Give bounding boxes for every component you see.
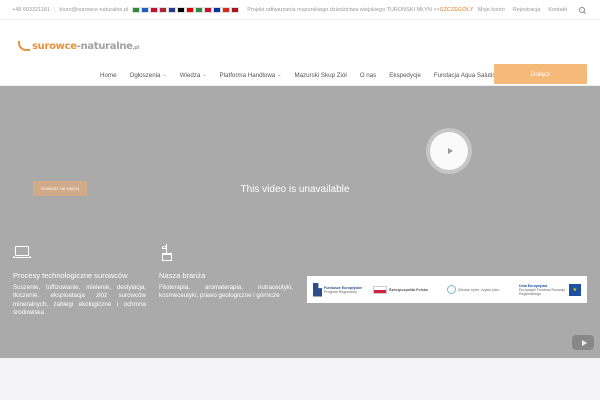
nav-item-label: Ogłoszenia — [129, 71, 161, 79]
nav-item-label: Platforma Handlowa — [219, 71, 276, 79]
nav-item-label: Wiedza — [179, 71, 201, 79]
nav-item[interactable]: Ekspedycje — [389, 72, 421, 79]
language-flag-icon[interactable] — [132, 6, 141, 13]
language-flag-icon[interactable] — [141, 6, 150, 13]
language-flag-icon[interactable] — [195, 6, 204, 13]
language-flag-icon[interactable] — [213, 6, 222, 13]
play-icon — [447, 148, 453, 154]
site-logo[interactable]: surowce-naturalne.pl — [18, 38, 139, 54]
nav-item[interactable]: Wiedza ⌄ — [180, 72, 207, 79]
feature-processes: Procesy technologiczne surowców Suszenie… — [13, 271, 146, 318]
register-link[interactable]: Rejestracja — [513, 7, 541, 13]
laptop-icon — [13, 246, 31, 260]
feature-title: Nasza branża — [159, 271, 206, 280]
learn-more-button[interactable]: Dowiedz się więcej — [33, 181, 87, 196]
nav-item-label: Fundacja Aqua Salutis — [433, 71, 496, 79]
nav-item[interactable]: Mazurski Skup Ziół — [294, 72, 346, 79]
page-footer-area — [0, 358, 600, 400]
eu-flag-icon: ★ — [568, 283, 581, 296]
nav-item[interactable]: Fundacja Aqua Salutis — [434, 72, 496, 79]
language-flag-icon[interactable] — [177, 6, 186, 13]
language-flag-icon[interactable] — [150, 6, 159, 13]
language-flag-icon[interactable] — [168, 6, 177, 13]
eu-union-logo: Unia Europejska Europejski Fundusz Rozwoj… — [519, 283, 581, 296]
promo-link[interactable]: SZCZEGÓŁY — [440, 7, 474, 13]
play-button[interactable] — [426, 128, 472, 174]
nav-item-label: Mazurski Skup Ziół — [294, 71, 347, 79]
feature-text: Suszenie, toffizowanie, mielenie, destyl… — [13, 283, 146, 317]
nav-items: Home Ogłoszenia ⌄ Wiedza ⌄ Platforma Handlowa… — [100, 64, 508, 86]
eu-funding-banner: Fundusze Europejskie Program Regionalny R… — [307, 276, 587, 303]
feature-industry: Nasza branża Fitoterapia, aromaterapia, … — [159, 271, 293, 301]
logo-icon — [18, 41, 30, 51]
feature-text: Fitoterapia, aromaterapia, nutraceutyki,… — [159, 283, 293, 300]
mazury-logo: Zdrowe życie, czyste jutro — [447, 285, 519, 294]
phone-link[interactable]: +48 603321181 — [12, 7, 50, 13]
youtube-icon[interactable] — [572, 335, 594, 350]
nav-item-label: Ekspedycje — [389, 71, 421, 79]
nav-item-label: Home — [100, 71, 117, 79]
contact-link[interactable]: Kontakt — [548, 7, 567, 13]
feature-title: Procesy technologiczne surowców — [13, 271, 128, 280]
chevron-down-icon: ⌄ — [277, 72, 282, 78]
language-flag-icon[interactable] — [231, 6, 240, 13]
my-account-link[interactable]: Moje konto — [478, 7, 505, 13]
eu-funds-logo: Fundusze Europejskie Program Regionalny — [313, 282, 373, 297]
language-flag-icon[interactable] — [186, 6, 195, 13]
nav-item[interactable]: O nas — [360, 72, 377, 79]
separator: | — [53, 6, 56, 13]
nav-item[interactable]: Ogłoszenia ⌄ — [130, 72, 167, 79]
language-flag-icon[interactable] — [204, 6, 213, 13]
logo-text: surowce-naturalne.pl — [32, 40, 139, 52]
language-flag-icon[interactable] — [159, 6, 168, 13]
language-flags — [132, 6, 240, 13]
nav-item-label: O nas — [359, 71, 377, 79]
search-icon[interactable] — [579, 6, 586, 14]
plant-icon — [160, 244, 174, 262]
promo-banner[interactable]: Projekt odtwarzania mazurskiego dziedzic… — [247, 7, 473, 13]
nav-item[interactable]: Home — [100, 72, 117, 79]
poland-logo: Rzeczpospolita Polska — [373, 285, 447, 294]
video-unavailable-message: This video is unavailable — [240, 184, 350, 195]
language-flag-icon[interactable] — [222, 6, 231, 13]
chevron-down-icon: ⌄ — [202, 72, 207, 78]
account-links: Moje konto Rejestracja Kontakt — [478, 0, 586, 20]
email-link[interactable]: biuro@surowce-naturalne.pl — [59, 7, 128, 13]
nav-item[interactable]: Platforma Handlowa ⌄ — [220, 72, 282, 79]
chevron-down-icon: ⌄ — [162, 72, 167, 78]
donate-button[interactable]: Dołącz — [494, 64, 587, 84]
